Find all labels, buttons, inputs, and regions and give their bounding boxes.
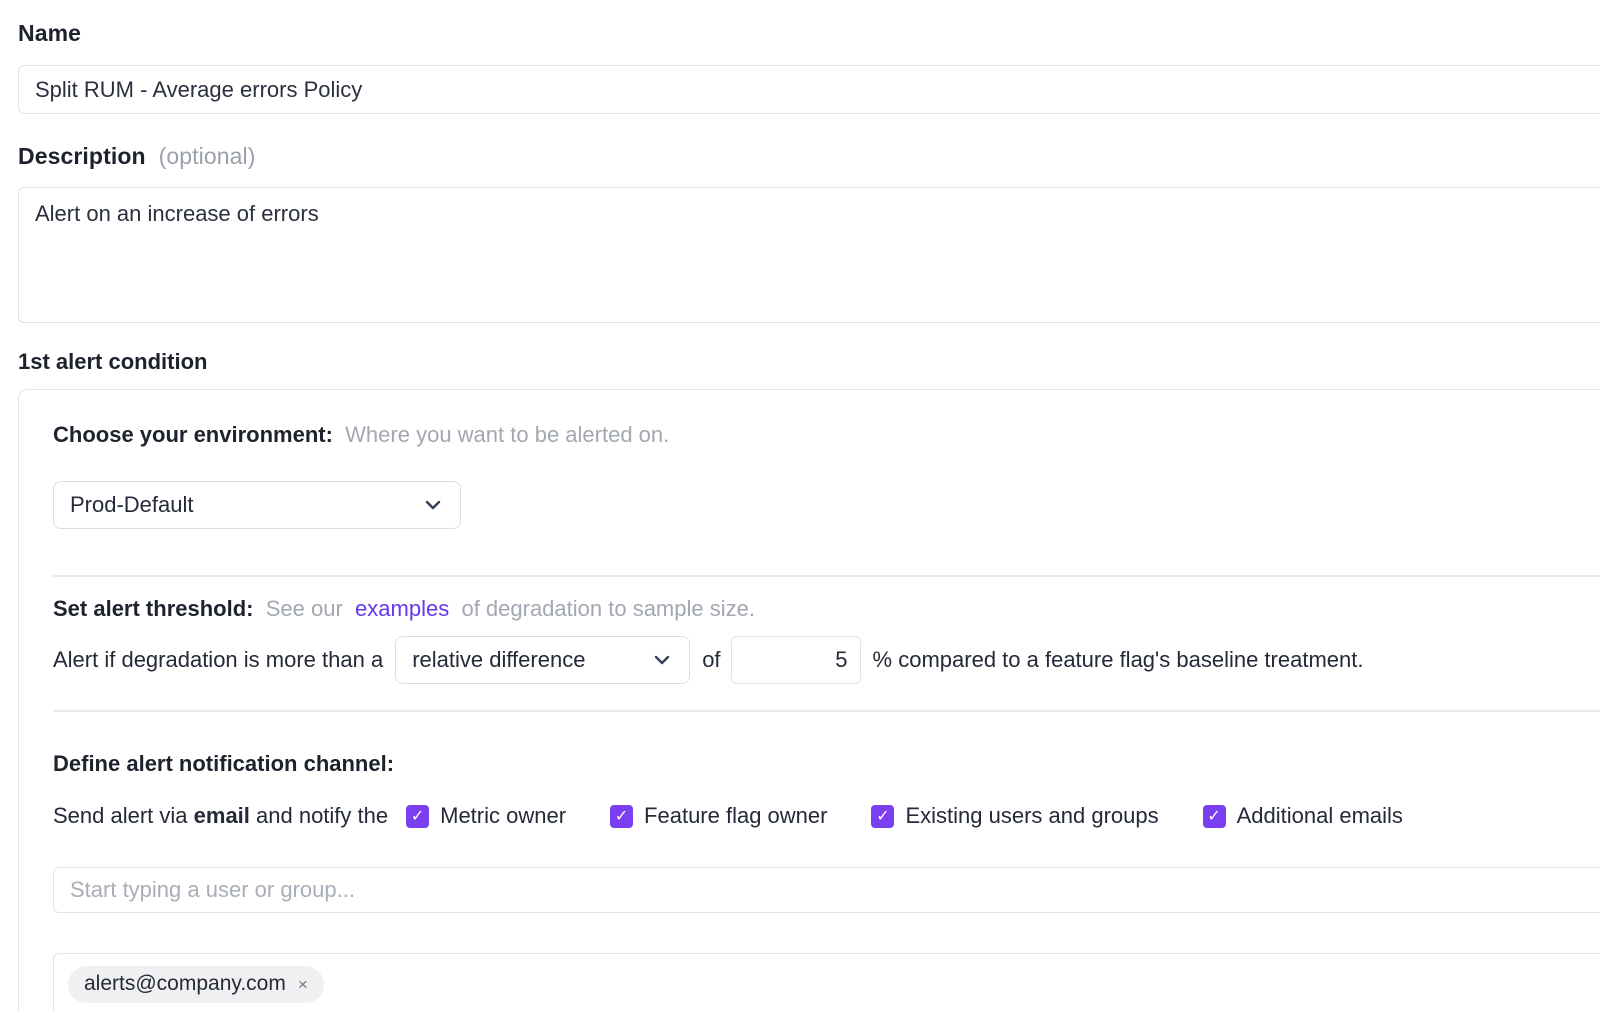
threshold-hint-after: of degradation to sample size. <box>455 596 755 621</box>
comparison-selected-value: relative difference <box>412 647 585 673</box>
description-label-text: Description <box>18 143 146 169</box>
threshold-sentence-row: Alert if degradation is more than a rela… <box>53 636 1600 684</box>
comparison-select[interactable]: relative difference <box>395 636 690 684</box>
threshold-hint-before: See our <box>260 596 349 621</box>
name-label: Name <box>18 20 1600 47</box>
examples-link[interactable]: examples <box>355 596 449 621</box>
environment-hint: Where you want to be alerted on. <box>339 422 669 447</box>
checkbox-group-additional-emails: ✓ Additional emails <box>1203 803 1403 829</box>
name-input[interactable] <box>18 65 1600 114</box>
notification-label: Define alert notification channel: <box>53 751 1600 777</box>
user-group-search-input[interactable] <box>53 867 1600 913</box>
metric-owner-checkbox[interactable]: ✓ <box>406 805 429 828</box>
feature-flag-owner-label: Feature flag owner <box>644 803 827 829</box>
description-label: Description (optional) <box>18 143 1600 170</box>
checkbox-group-existing-users: ✓ Existing users and groups <box>871 803 1158 829</box>
additional-emails-label: Additional emails <box>1237 803 1403 829</box>
description-textarea[interactable]: Alert on an increase of errors <box>18 187 1600 323</box>
section-divider <box>53 710 1600 712</box>
remove-email-icon[interactable]: × <box>298 976 308 993</box>
additional-emails-checkbox[interactable]: ✓ <box>1203 805 1226 828</box>
alert-policy-form: Name Description (optional) Alert on an … <box>0 0 1600 1011</box>
threshold-sentence-start: Alert if degradation is more than a <box>53 647 383 673</box>
notify-sentence: Send alert via email and notify the <box>53 803 388 829</box>
feature-flag-owner-checkbox[interactable]: ✓ <box>610 805 633 828</box>
checkbox-group-metric-owner: ✓ Metric owner <box>406 803 566 829</box>
environment-label: Choose your environment: <box>53 422 333 447</box>
condition-box: Choose your environment: Where you want … <box>18 389 1600 1011</box>
threshold-sentence-end: % compared to a feature flag's baseline … <box>873 647 1364 673</box>
additional-emails-box[interactable]: alerts@company.com × Enter user emails <box>53 953 1600 1011</box>
threshold-label: Set alert threshold: <box>53 596 253 621</box>
section-divider <box>53 575 1600 577</box>
notification-row: Send alert via email and notify the ✓ Me… <box>53 803 1600 829</box>
email-word: email <box>194 803 250 828</box>
environment-selected-value: Prod-Default <box>70 492 194 518</box>
environment-row: Choose your environment: Where you want … <box>53 422 1600 448</box>
email-chip-text: alerts@company.com <box>84 972 286 996</box>
email-chip: alerts@company.com × <box>68 966 324 1003</box>
threshold-row: Set alert threshold: See our examples of… <box>53 596 1600 622</box>
environment-select[interactable]: Prod-Default <box>53 481 461 529</box>
condition-heading: 1st alert condition <box>18 349 1600 375</box>
description-optional-text: (optional) <box>152 143 255 169</box>
metric-owner-label: Metric owner <box>440 803 566 829</box>
checkbox-group-feature-flag-owner: ✓ Feature flag owner <box>610 803 827 829</box>
existing-users-label: Existing users and groups <box>905 803 1158 829</box>
chevron-down-icon <box>651 649 673 671</box>
chevron-down-icon <box>422 494 444 516</box>
threshold-value-input[interactable] <box>731 636 861 684</box>
threshold-of-word: of <box>702 647 720 673</box>
existing-users-checkbox[interactable]: ✓ <box>871 805 894 828</box>
